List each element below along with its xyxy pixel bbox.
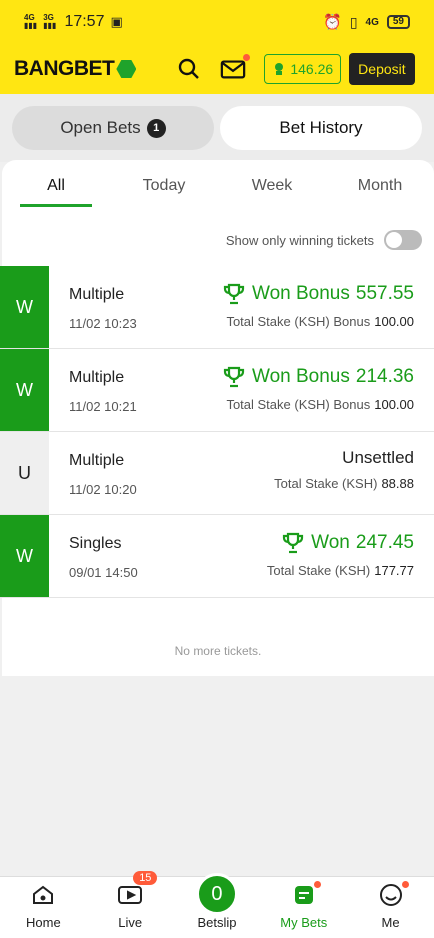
- ticket-result: Unsettled: [342, 448, 414, 467]
- notification-dot: [243, 54, 251, 61]
- bet-history-panel: All Today Week Month Show only winning t…: [0, 160, 434, 676]
- trophy-icon: [223, 283, 245, 305]
- ticket-row[interactable]: W Multiple 11/02 10:23 Won Bonus 557.55 …: [0, 266, 434, 349]
- ticket-stake-value: 88.88: [381, 476, 414, 491]
- nav-my-bets-label: My Bets: [280, 915, 328, 930]
- nav-my-bets[interactable]: My Bets: [260, 877, 347, 938]
- ticket-result: Won Bonus: [251, 283, 350, 304]
- nav-live-label: Live: [118, 915, 143, 930]
- ticket-stake-value: 100.00: [374, 397, 414, 412]
- tab-bet-history-label: Bet History: [279, 118, 363, 137]
- trophy-icon: [283, 532, 304, 554]
- ticket-type: Multiple: [69, 286, 125, 303]
- ticket-status-badge: W: [0, 515, 49, 597]
- bets-tabs: Open Bets 1 Bet History: [0, 94, 434, 162]
- nav-me[interactable]: Me: [347, 877, 434, 938]
- nav-home[interactable]: Home: [0, 877, 87, 938]
- vibrate-icon: ▯: [349, 13, 358, 30]
- nav-home-label: Home: [26, 915, 61, 930]
- ticket-stake-label: Total Stake (KSH) Bonus: [226, 314, 371, 329]
- trophy-icon: [223, 366, 245, 388]
- notification-icon: ▣: [110, 14, 123, 29]
- ticket-status-badge: W: [0, 349, 49, 431]
- winning-toggle-label: Show only winning tickets: [225, 232, 374, 248]
- ticket-result: Won: [311, 532, 350, 553]
- notification-dot: [313, 881, 321, 888]
- mail-icon[interactable]: [220, 54, 251, 82]
- ticket-win-amount: 214.36: [355, 366, 414, 387]
- ticket-type: Singles: [69, 535, 122, 552]
- status-time: 17:57: [64, 13, 105, 30]
- user-icon: [275, 63, 284, 75]
- live-icon: [118, 886, 143, 904]
- tab-bet-history[interactable]: Bet History: [220, 106, 422, 150]
- nav-betslip-label: Betslip: [197, 915, 237, 930]
- winning-tickets-toggle-row: Show only winning tickets: [226, 230, 422, 250]
- ticket-row[interactable]: W Singles 09/01 14:50 Won 247.45 Total S…: [0, 515, 434, 598]
- winning-tickets-toggle[interactable]: [384, 230, 422, 250]
- live-count-badge: 15: [133, 871, 158, 885]
- balance-amount: 146.26: [290, 61, 334, 77]
- search-icon[interactable]: [176, 56, 202, 82]
- logo-hex-icon: [116, 60, 137, 78]
- ticket-status-badge: U: [0, 432, 49, 514]
- ticket-date: 11/02 10:20: [69, 482, 137, 497]
- logo-text: BANGBET: [14, 57, 115, 80]
- betslip-count: 0: [195, 873, 238, 915]
- ticket-type: Multiple: [69, 369, 125, 386]
- profile-icon: [379, 884, 402, 906]
- ticket-status-badge: W: [0, 266, 49, 348]
- app-header: BANGBET 146.26 Deposit: [0, 44, 434, 94]
- ticket-date: 11/02 10:21: [69, 399, 137, 414]
- ticket-stake-label: Total Stake (KSH): [266, 563, 371, 578]
- ticket-stake-value: 100.00: [374, 314, 414, 329]
- nav-live[interactable]: 15 Live: [87, 871, 174, 938]
- filter-today[interactable]: Today: [110, 177, 218, 195]
- nav-betslip[interactable]: 0 Betslip: [174, 873, 261, 938]
- ticket-date: 11/02 10:23: [69, 316, 137, 331]
- my-bets-icon: [294, 886, 313, 904]
- balance-button[interactable]: 146.26: [264, 54, 342, 84]
- ticket-row[interactable]: W Multiple 11/02 10:21 Won Bonus 214.36 …: [0, 349, 434, 432]
- ticket-stake-label: Total Stake (KSH): [274, 476, 378, 491]
- ticket-row[interactable]: U Multiple 11/02 10:20 Unsettled Total S…: [0, 432, 434, 515]
- bottom-nav: Home 15 Live 0 Betslip My Bets Me: [0, 871, 434, 938]
- open-bets-count-badge: 1: [146, 118, 166, 138]
- ticket-stake-label: Total Stake (KSH) Bonus: [226, 397, 371, 412]
- toggle-knob: [386, 232, 402, 248]
- ticket-list: W Multiple 11/02 10:23 Won Bonus 557.55 …: [0, 266, 434, 598]
- deposit-button[interactable]: Deposit: [349, 53, 415, 85]
- tab-open-bets-label: Open Bets: [60, 118, 141, 137]
- alarm-icon: ⏰: [323, 14, 342, 31]
- network-status: 4G: [365, 16, 379, 28]
- period-filters: All Today Week Month: [2, 160, 434, 212]
- ticket-win-amount: 247.45: [355, 532, 414, 553]
- ticket-date: 09/01 14:50: [69, 565, 138, 580]
- filter-all[interactable]: All: [2, 177, 110, 195]
- tab-open-bets[interactable]: Open Bets 1: [12, 106, 214, 150]
- ticket-stake-value: 177.77: [374, 563, 414, 578]
- notification-dot: [401, 881, 409, 888]
- ticket-type: Multiple: [69, 452, 125, 469]
- ticket-result: Won Bonus: [251, 366, 350, 387]
- home-icon: [33, 885, 54, 904]
- status-bar: 4G ▮▮▮ 3G ▮▮▮ 17:57 ▣ ⏰ ▯ 4G 59: [0, 0, 434, 44]
- nav-me-label: Me: [381, 915, 400, 930]
- filter-month[interactable]: Month: [326, 177, 434, 195]
- filter-week[interactable]: Week: [218, 177, 326, 195]
- logo[interactable]: BANGBET: [14, 57, 137, 81]
- signal-icon: 4G ▮▮▮: [24, 13, 38, 30]
- signal-icon: 3G ▮▮▮: [43, 13, 57, 30]
- no-more-tickets: No more tickets.: [174, 644, 262, 658]
- active-filter-underline: [20, 204, 92, 207]
- ticket-win-amount: 557.55: [355, 283, 414, 304]
- battery-icon: 59: [386, 15, 410, 29]
